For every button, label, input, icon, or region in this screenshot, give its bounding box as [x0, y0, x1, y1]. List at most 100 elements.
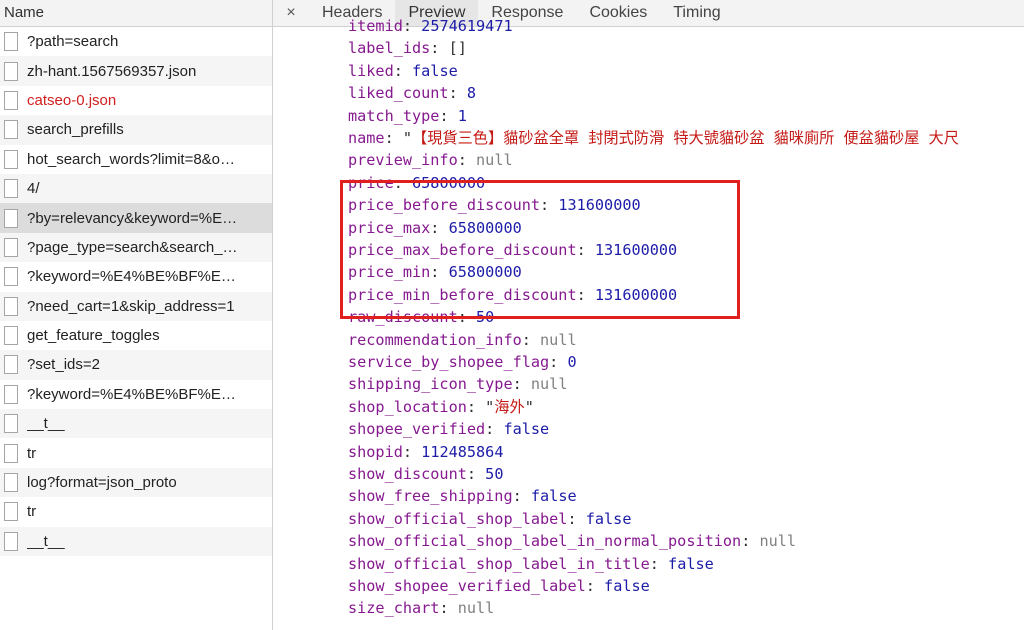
json-property-row[interactable]: label_ids: [] — [348, 37, 467, 59]
json-property-row[interactable]: price_min_before_discount: 131600000 — [348, 284, 677, 306]
json-property-row[interactable]: raw_discount: 50 — [348, 306, 494, 328]
json-property-row[interactable]: shopid: 112485864 — [348, 441, 503, 463]
request-row[interactable]: 4/ — [0, 173, 272, 204]
json-num-value: 112485864 — [421, 442, 504, 461]
json-colon: : — [402, 17, 422, 35]
tab-cookies[interactable]: Cookies — [576, 0, 660, 26]
json-key: preview_info — [348, 151, 458, 170]
request-row[interactable]: tr — [0, 438, 272, 467]
request-name: __t__ — [27, 532, 65, 550]
json-property-row[interactable]: size_chart: null — [348, 597, 494, 619]
json-property-row[interactable]: shop_location: "海外" — [348, 396, 534, 418]
request-name: hot_search_words?limit=8&o… — [27, 150, 236, 168]
file-icon — [4, 384, 18, 404]
json-num-value: 50 — [485, 465, 504, 483]
json-property-row[interactable]: price_before_discount: 131600000 — [348, 194, 641, 216]
json-property-row[interactable]: match_type: 1 — [348, 105, 467, 127]
tab-timing[interactable]: Timing — [660, 0, 733, 26]
json-colon: : — [402, 442, 422, 461]
json-colon: : — [439, 106, 458, 125]
json-property-row[interactable]: show_discount: 50 — [348, 463, 503, 485]
json-property-row[interactable]: liked_count: 8 — [348, 82, 476, 104]
json-key: show_shopee_verified_label — [348, 577, 586, 595]
json-string-text: 海外 — [494, 397, 525, 416]
json-key: size_chart — [348, 599, 440, 618]
request-name: __t__ — [27, 415, 65, 433]
json-key: liked_count — [348, 84, 449, 103]
file-icon — [4, 149, 18, 169]
json-property-row[interactable]: show_free_shipping: false — [348, 485, 577, 507]
file-icon — [4, 355, 18, 375]
json-property-row[interactable]: liked: false — [348, 60, 458, 82]
request-row[interactable]: search_prefills — [0, 115, 272, 145]
request-row[interactable]: get_feature_toggles — [0, 321, 272, 350]
json-property-row[interactable]: show_shopee_verified_label: false — [348, 575, 650, 597]
json-property-row[interactable]: show_official_shop_label_in_title: false — [348, 553, 714, 575]
json-key: show_free_shipping — [348, 487, 513, 506]
json-property-row[interactable]: shopee_verified: false — [348, 418, 549, 440]
request-row[interactable]: __t__ — [0, 409, 272, 439]
request-list-panel: Name ?path=search zh-hant.1567569357.json… — [0, 0, 273, 630]
json-colon: : — [567, 509, 586, 528]
json-num-value: 65800000 — [412, 173, 486, 192]
request-row[interactable]: ?page_type=search&search_… — [0, 232, 272, 263]
json-key: label_ids — [348, 39, 431, 58]
json-key: shopid — [348, 442, 403, 461]
request-row[interactable]: ?by=relevancy&keyword=%E… — [0, 203, 272, 233]
request-row[interactable]: ?path=search — [0, 27, 272, 56]
json-string-value: "海外" — [485, 397, 534, 416]
request-row[interactable]: tr — [0, 497, 272, 526]
request-name: get_feature_toggles — [27, 327, 160, 345]
name-column-header[interactable]: Name — [0, 0, 272, 27]
file-icon — [4, 208, 18, 228]
file-icon — [4, 120, 18, 140]
request-name: ?by=relevancy&keyword=%E… — [27, 209, 238, 227]
json-colon: : — [457, 308, 477, 327]
request-row[interactable]: hot_search_words?limit=8&o… — [0, 145, 272, 174]
json-null-value: null — [540, 330, 577, 349]
json-property-row[interactable]: show_official_shop_label_in_normal_posit… — [348, 530, 796, 552]
close-icon[interactable]: × — [273, 0, 309, 26]
json-property-row[interactable]: itemid: 2574619471 — [348, 15, 513, 37]
json-property-row[interactable]: shipping_icon_type: null — [348, 373, 567, 395]
request-row[interactable]: ?need_cart=1&skip_address=1 — [0, 291, 272, 321]
json-key: raw_discount — [348, 308, 458, 327]
json-property-row[interactable]: show_official_shop_label: false — [348, 508, 631, 530]
json-bool-value: false — [604, 577, 650, 595]
file-icon — [4, 267, 18, 287]
json-property-row[interactable]: preview_info: null — [348, 149, 513, 171]
json-key: show_official_shop_label_in_title — [348, 554, 650, 573]
json-colon: : — [430, 218, 449, 237]
file-icon — [4, 179, 18, 199]
json-colon: : — [439, 599, 458, 618]
json-null-value: null — [476, 151, 513, 170]
json-property-row[interactable]: service_by_shopee_flag: 0 — [348, 351, 577, 373]
request-row[interactable]: __t__ — [0, 526, 272, 557]
request-name: ?need_cart=1&skip_address=1 — [27, 297, 235, 315]
json-key: show_discount — [348, 465, 467, 483]
request-row[interactable]: catseo-0.json — [0, 86, 272, 115]
request-name: 4/ — [27, 180, 40, 198]
json-property-row[interactable]: price_min: 65800000 — [348, 261, 522, 283]
json-num-value: 131600000 — [558, 196, 641, 215]
request-name: ?path=search — [27, 33, 119, 51]
json-property-row[interactable]: price_max: 65800000 — [348, 217, 522, 239]
request-row[interactable]: log?format=json_proto — [0, 467, 272, 498]
request-row[interactable]: ?keyword=%E4%BE%BF%E… — [0, 380, 272, 409]
request-row[interactable]: ?set_ids=2 — [0, 350, 272, 380]
request-name: ?keyword=%E4%BE%BF%E… — [27, 385, 236, 403]
json-bool-value: false — [412, 61, 458, 80]
json-property-row[interactable]: recommendation_info: null — [348, 329, 577, 351]
json-key: price_before_discount — [348, 196, 541, 215]
json-key: price_max_before_discount — [348, 241, 577, 259]
json-property-row[interactable]: price_max_before_discount: 131600000 — [348, 239, 677, 261]
request-row[interactable]: ?keyword=%E4%BE%BF%E… — [0, 262, 272, 291]
file-icon — [4, 473, 18, 493]
json-colon: : — [521, 330, 541, 349]
json-property-row[interactable]: name: "【現貨三色】貓砂盆全罩 封閉式防滑 特大號貓砂盆 貓咪廁所 便盆貓… — [348, 127, 959, 149]
json-colon: : — [393, 61, 413, 80]
request-row[interactable]: zh-hant.1567569357.json — [0, 56, 272, 86]
json-property-row[interactable]: price: 65800000 — [348, 172, 485, 194]
json-num-value: 50 — [476, 308, 495, 327]
request-name: ?keyword=%E4%BE%BF%E… — [27, 268, 236, 286]
